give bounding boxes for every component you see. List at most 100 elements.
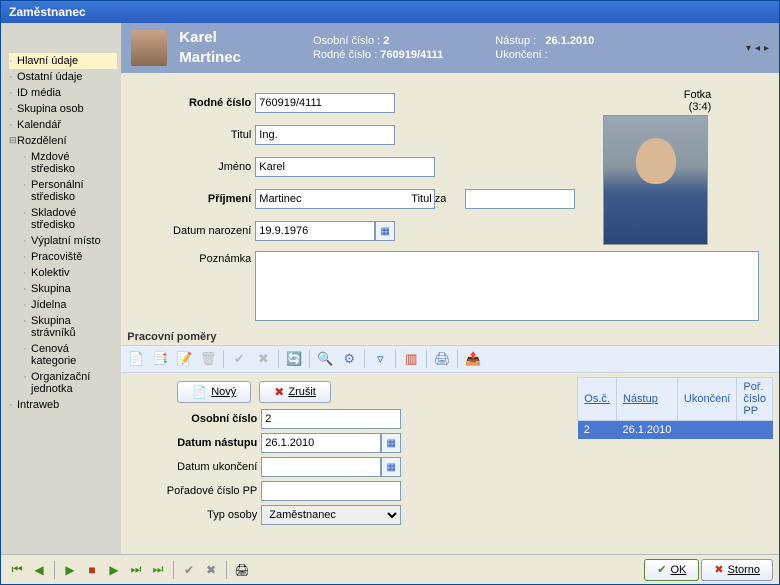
sidebar-item[interactable]: Cenová kategorie	[9, 341, 117, 369]
tb-copy-icon[interactable]: 📑	[149, 348, 171, 370]
pp-poradi-input[interactable]	[261, 481, 401, 501]
header-prev-icon[interactable]: ◂	[755, 43, 760, 54]
nav-play-icon[interactable]: ▶	[104, 560, 124, 580]
ok-button[interactable]: ✔OK	[644, 559, 699, 581]
pp-nastup-label: Datum nástupu	[127, 437, 257, 449]
nav-end-icon[interactable]: ⏭	[148, 560, 168, 580]
header-first-name: Karel	[179, 29, 241, 47]
datum-narozeni-input[interactable]	[255, 221, 375, 241]
pp-osobni-label: Osobní číslo	[127, 413, 257, 425]
header-last-name: Martinec	[179, 49, 241, 67]
nav-stop-icon[interactable]: ■	[82, 560, 102, 580]
sidebar-item[interactable]: Mzdové středisko	[9, 149, 117, 177]
pp-poradi-label: Pořadové číslo PP	[127, 485, 257, 497]
tb-export-icon[interactable]: 📤	[462, 348, 484, 370]
sidebar-item[interactable]: Personální středisko	[9, 177, 117, 205]
calendar-icon[interactable]: ▦	[375, 221, 395, 241]
nav-first-icon[interactable]: ⏮	[7, 560, 27, 580]
tb-filter-icon[interactable]: ▿	[369, 348, 391, 370]
pp-osobni-input[interactable]	[261, 409, 401, 429]
tb-confirm-icon[interactable]: ✔	[228, 348, 250, 370]
footer-cancel-icon[interactable]: ✖	[201, 560, 221, 580]
sidebar-item[interactable]: ID média	[9, 85, 117, 101]
jmeno-input[interactable]	[255, 157, 435, 177]
header-ukonceni-label: Ukončení :	[495, 49, 548, 61]
sidebar-item[interactable]: Intraweb	[9, 397, 117, 413]
header-nastup-value: 26.1.2010	[545, 35, 594, 47]
nav-prev-icon[interactable]: ◀	[29, 560, 49, 580]
tb-delete-icon[interactable]: 🗑	[197, 348, 219, 370]
sidebar-item[interactable]: Pracoviště	[9, 249, 117, 265]
rodne-cislo-label: Rodné číslo	[141, 97, 251, 109]
titulza-label: Titul za	[411, 193, 461, 205]
x-icon: ✖	[714, 563, 723, 576]
pomery-table: Os.č. Nástup Ukončení Poř. číslo PP 2 26…	[577, 377, 773, 439]
pomery-toolbar: 📄 📑 📝 🗑 ✔ ✖ 🔄 🔍 ⚙ ▿ ▥ 🖨 📤	[121, 345, 779, 373]
tb-options-icon[interactable]: ⚙	[338, 348, 360, 370]
th-nastup[interactable]: Nástup	[616, 378, 677, 421]
photo[interactable]	[603, 115, 708, 245]
pomery-section-title: Pracovní poměry	[121, 329, 779, 345]
sidebar-item[interactable]: Hlavní údaje	[9, 53, 117, 69]
header-osobni-value: 2	[383, 35, 389, 47]
sidebar-item[interactable]: Rozdělení	[9, 133, 117, 149]
sidebar-item[interactable]: Organizační jednotka	[9, 369, 117, 397]
prijmeni-input[interactable]	[255, 189, 435, 209]
titul-input[interactable]	[255, 125, 395, 145]
window-title: Zaměstnanec	[1, 1, 779, 23]
header-avatar	[131, 30, 167, 66]
sidebar-item[interactable]: Jídelna	[9, 297, 117, 313]
fotka-label: Fotka	[684, 89, 712, 101]
header-nastup-label: Nástup :	[495, 35, 536, 47]
poznamka-textarea[interactable]	[255, 251, 759, 321]
sidebar-item[interactable]: Kolektiv	[9, 265, 117, 281]
header-rodne-label: Rodné číslo :	[313, 49, 377, 61]
fotka-ratio: (3:4)	[689, 101, 712, 113]
pp-nastup-input[interactable]	[261, 433, 381, 453]
th-por[interactable]: Poř. číslo PP	[737, 378, 773, 421]
check-icon: ✔	[657, 563, 666, 576]
sidebar-item[interactable]: Výplatní místo	[9, 233, 117, 249]
sidebar-item[interactable]: Skladové středisko	[9, 205, 117, 233]
header-next-icon[interactable]: ▸	[764, 43, 769, 54]
footer-confirm-icon[interactable]: ✔	[179, 560, 199, 580]
nav-last-icon[interactable]: ⏭	[126, 560, 146, 580]
tb-edit-icon[interactable]: 📝	[173, 348, 195, 370]
datum-narozeni-label: Datum narození	[141, 225, 251, 237]
sidebar-item[interactable]: Kalendář	[9, 117, 117, 133]
sidebar-item[interactable]: Ostatní údaje	[9, 69, 117, 85]
table-row[interactable]: 2 26.1.2010	[578, 421, 773, 440]
sidebar-item[interactable]: Skupina osob	[9, 101, 117, 117]
tb-cancel-icon[interactable]: ✖	[252, 348, 274, 370]
novy-button[interactable]: 📄Nový	[177, 381, 251, 403]
header-rodne-value: 760919/4111	[380, 49, 443, 61]
titulza-input[interactable]	[465, 189, 575, 209]
tb-refresh-icon[interactable]: 🔄	[283, 348, 305, 370]
pp-ukonceni-input[interactable]	[261, 457, 381, 477]
delete-doc-icon: ✖	[274, 385, 284, 399]
header-dropdown-icon[interactable]: ▾	[746, 43, 751, 54]
titul-label: Titul	[141, 129, 251, 141]
calendar-icon[interactable]: ▦	[381, 457, 401, 477]
sidebar-item[interactable]: Skupina	[9, 281, 117, 297]
tb-new-icon[interactable]: 📄	[125, 348, 147, 370]
tb-columns-icon[interactable]: ▥	[400, 348, 422, 370]
prijmeni-label: Příjmení	[141, 193, 251, 205]
th-ukonceni[interactable]: Ukončení	[677, 378, 736, 421]
rodne-cislo-input[interactable]	[255, 93, 395, 113]
pp-ukonceni-label: Datum ukončení	[127, 461, 257, 473]
tb-search-icon[interactable]: 🔍	[314, 348, 336, 370]
sidebar: Hlavní údajeOstatní údajeID médiaSkupina…	[1, 23, 121, 554]
nav-next-icon[interactable]: ▶	[60, 560, 80, 580]
calendar-icon[interactable]: ▦	[381, 433, 401, 453]
tb-print-icon[interactable]: 🖨	[431, 348, 453, 370]
zrusit-button[interactable]: ✖Zrušit	[259, 381, 331, 403]
pp-typ-label: Typ osoby	[127, 509, 257, 521]
pp-typ-select[interactable]: Zaměstnanec	[261, 505, 401, 525]
jmeno-label: Jméno	[141, 161, 251, 173]
sidebar-item[interactable]: Skupina strávníků	[9, 313, 117, 341]
footer-print-icon[interactable]: 🖨	[232, 560, 252, 580]
footer-toolbar: ⏮ ◀ ▶ ■ ▶ ⏭ ⏭ ✔ ✖ 🖨 ✔OK ✖Storno	[1, 554, 779, 584]
th-osc[interactable]: Os.č.	[578, 378, 617, 421]
storno-button[interactable]: ✖Storno	[701, 559, 773, 581]
